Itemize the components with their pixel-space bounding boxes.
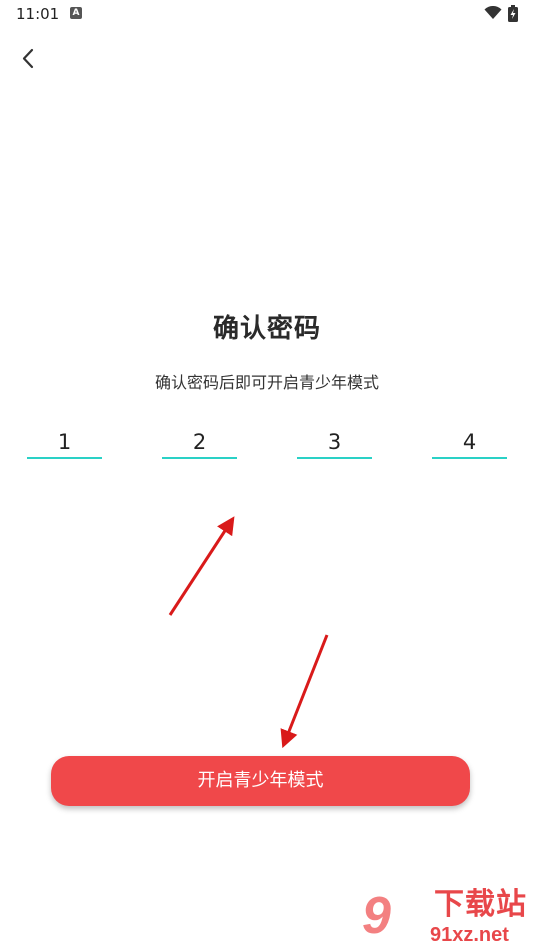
- pin-digit-value: 4: [462, 430, 477, 454]
- wifi-icon: [484, 6, 502, 19]
- notification-a-icon: A: [70, 7, 82, 19]
- watermark-logo-icon: 9: [362, 887, 391, 945]
- pin-underline: [162, 457, 237, 459]
- pin-digit-value: 3: [327, 430, 342, 454]
- page-title: 确认密码: [212, 314, 321, 344]
- pin-digit-2[interactable]: 2: [162, 427, 237, 459]
- pin-digit-value: 2: [192, 430, 207, 454]
- battery-charging-icon: [508, 5, 518, 22]
- site-watermark: 9 下载站 91xz.net: [362, 886, 534, 950]
- page-subtitle: 确认密码后即可开启青少年模式: [154, 373, 379, 392]
- pin-underline: [27, 457, 102, 459]
- pin-digit-4[interactable]: 4: [432, 427, 507, 459]
- status-bar: 11:01 A: [0, 0, 534, 28]
- arrow-to-button: [280, 634, 329, 749]
- pin-digit-value: 1: [57, 430, 72, 454]
- pin-digit-1[interactable]: 1: [27, 427, 102, 459]
- watermark-site-url: 91xz.net: [430, 924, 509, 946]
- arrow-to-pin: [168, 516, 235, 616]
- pin-underline: [297, 457, 372, 459]
- enable-teen-mode-button[interactable]: 开启青少年模式: [51, 756, 470, 806]
- watermark-site-name: 下载站: [434, 887, 527, 922]
- annotation-arrows: [168, 516, 329, 749]
- chevron-left-icon: [22, 48, 34, 69]
- back-button[interactable]: [14, 44, 44, 74]
- pin-digit-3[interactable]: 3: [297, 427, 372, 459]
- pin-underline: [432, 457, 507, 459]
- status-time: 11:01: [16, 5, 60, 23]
